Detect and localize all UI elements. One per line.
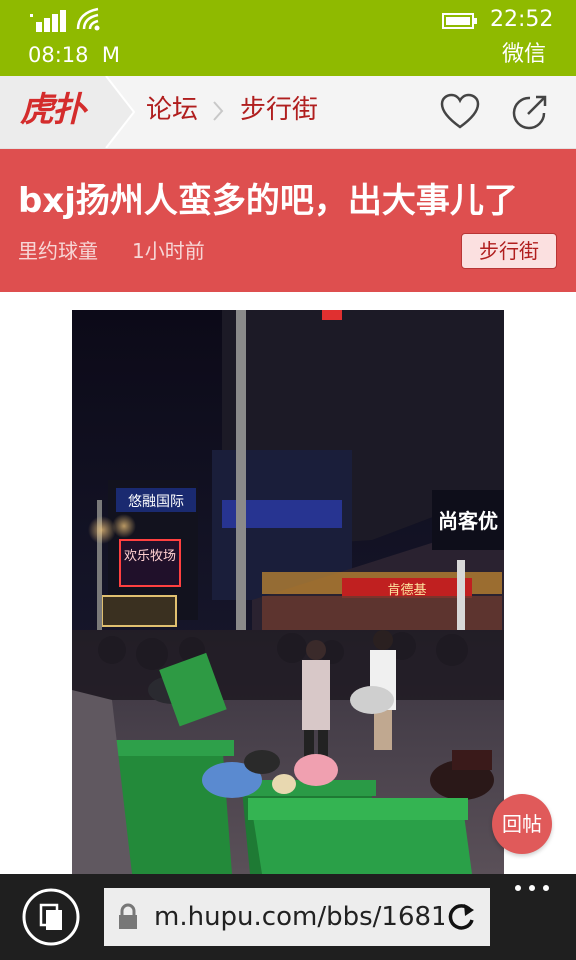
battery-icon [442,13,477,29]
carrier-letter: M [101,43,121,67]
sign-happy-ranch: 欢乐牧场 [124,549,176,564]
url-text[interactable]: m.hupu.com/bbs/1681 [154,888,444,946]
browser-bar: m.hupu.com/bbs/1681 [0,874,576,960]
signal-icon [30,10,66,32]
status-bar: 22:52 08:18 M 微信 [0,0,576,76]
more-icon[interactable] [512,880,552,896]
lock-icon [119,903,137,929]
breadcrumb-forum[interactable]: 论坛 [146,90,198,130]
sign-kfc: 肯德基 [387,583,426,598]
nav-bar: 虎扑 论坛 步行街 [0,76,576,149]
status-time: 08:18 M [28,41,120,69]
breadcrumb-board[interactable]: 步行街 [240,90,318,130]
post-photo[interactable]: 悠融国际 欢乐牧场 尚客优 肯德基 [72,310,504,874]
sign-hotel: 尚客优 [438,509,498,533]
wifi-icon [76,7,100,31]
chevron-right-icon [213,101,224,121]
status-app-name: 微信 [501,42,546,67]
address-bar[interactable]: m.hupu.com/bbs/1681 [104,888,490,946]
board-tag-button[interactable]: 步行街 [461,233,557,269]
post-time: 1小时前 [132,239,205,263]
night-street-scene: 悠融国际 欢乐牧场 尚客优 肯德基 [72,310,504,874]
tabs-icon[interactable] [22,888,80,946]
logo-button[interactable]: 虎扑 [0,76,136,148]
status-clock: 22:52 [490,7,554,32]
reply-button[interactable]: 回帖 [492,794,552,854]
heart-icon[interactable] [438,90,482,134]
share-icon[interactable] [510,92,550,132]
logo: 虎扑 [20,90,86,130]
post-header: bxj扬州人蛮多的吧，出大事儿了 里约球童 1小时前 步行街 [0,149,576,292]
sign-left-tower: 悠融国际 [128,494,184,510]
post-content: 悠融国际 欢乐牧场 尚客优 肯德基 [0,292,576,874]
post-author[interactable]: 里约球童 [18,237,98,265]
post-title: bxj扬州人蛮多的吧，出大事儿了 [18,181,518,221]
status-time-value: 08:18 [28,43,89,67]
refresh-icon[interactable] [444,900,478,934]
